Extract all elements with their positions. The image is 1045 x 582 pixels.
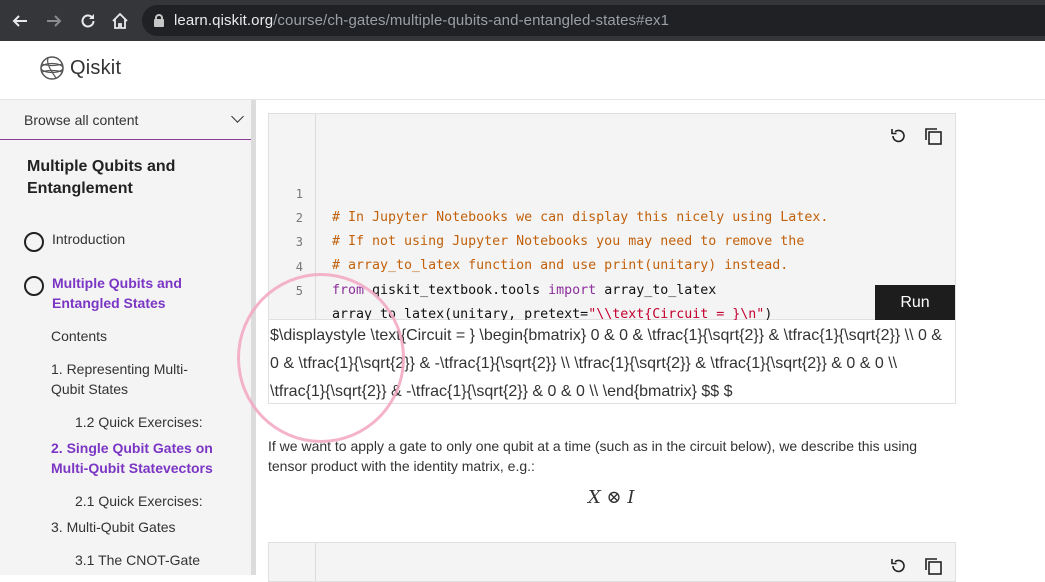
sidebar-item-multiple-qubits[interactable]: Multiple Qubits and Entangled States: [52, 273, 202, 313]
sidebar-item-contents[interactable]: Contents: [51, 326, 107, 346]
chevron-down-icon: [231, 110, 244, 123]
code-line: 4 from qiskit_textbook.tools import arra…: [295, 260, 717, 298]
logo-text: Qiskit: [70, 56, 122, 79]
reload-icon[interactable]: [77, 10, 99, 32]
run-button[interactable]: Run: [875, 285, 955, 320]
lock-icon: [154, 14, 164, 27]
copy-icon[interactable]: [923, 556, 943, 576]
sidebar-item-introduction[interactable]: Introduction: [52, 229, 125, 249]
home-icon[interactable]: [109, 10, 131, 32]
code-line: 1 # In Jupyter Notebooks we can display …: [295, 187, 829, 225]
browse-all-dropdown[interactable]: Browse all content: [0, 100, 256, 140]
code-line: 2 # If not using Jupyter Notebooks you m…: [295, 211, 805, 249]
code-line: 5 array_to_latex(unitary, pretext="\\tex…: [295, 284, 773, 322]
url-text: learn.qiskit.org/course/ch-gates/multipl…: [174, 12, 670, 29]
browser-toolbar: learn.qiskit.org/course/ch-gates/multipl…: [0, 0, 1045, 41]
sidebar-item-representing-multi-qubit[interactable]: 1. Representing Multi-Qubit States: [51, 359, 211, 399]
address-bar[interactable]: learn.qiskit.org/course/ch-gates/multipl…: [142, 5, 1045, 36]
reset-icon[interactable]: [888, 126, 908, 146]
sidebar-item-cnot-gate[interactable]: 3.1 The CNOT-Gate: [75, 550, 200, 570]
sidebar-item-single-qubit-gates[interactable]: 2. Single Qubit Gates on Multi-Qubit Sta…: [51, 438, 231, 478]
progress-circle-icon: [24, 276, 44, 296]
body-paragraph: If we want to apply a gate to only one q…: [268, 438, 918, 474]
progress-circle-icon: [24, 232, 44, 252]
sidebar: Browse all content Multiple Qubits and E…: [0, 100, 256, 575]
copy-icon[interactable]: [923, 126, 943, 146]
forward-icon[interactable]: [43, 10, 65, 32]
highlight-circle: [237, 273, 405, 443]
code-line: 3 # array_to_latex function and use prin…: [295, 235, 789, 273]
browse-all-label: Browse all content: [24, 111, 139, 128]
reset-icon[interactable]: [888, 556, 908, 576]
site-header: Qiskit: [0, 41, 1045, 100]
qiskit-globe-icon: [40, 56, 64, 80]
sidebar-item-quick-exercises-1-2[interactable]: 1.2 Quick Exercises:: [75, 412, 203, 432]
qiskit-logo[interactable]: Qiskit: [39, 55, 121, 81]
math-expression: X ⊗ I: [588, 487, 635, 508]
back-icon[interactable]: [9, 10, 31, 32]
sidebar-item-multi-qubit-gates[interactable]: 3. Multi-Qubit Gates: [51, 517, 176, 537]
sidebar-section-title: Multiple Qubits and Entanglement: [27, 158, 176, 197]
sidebar-item-quick-exercises-2-1[interactable]: 2.1 Quick Exercises:: [75, 491, 203, 511]
code-cell[interactable]: [268, 542, 956, 582]
